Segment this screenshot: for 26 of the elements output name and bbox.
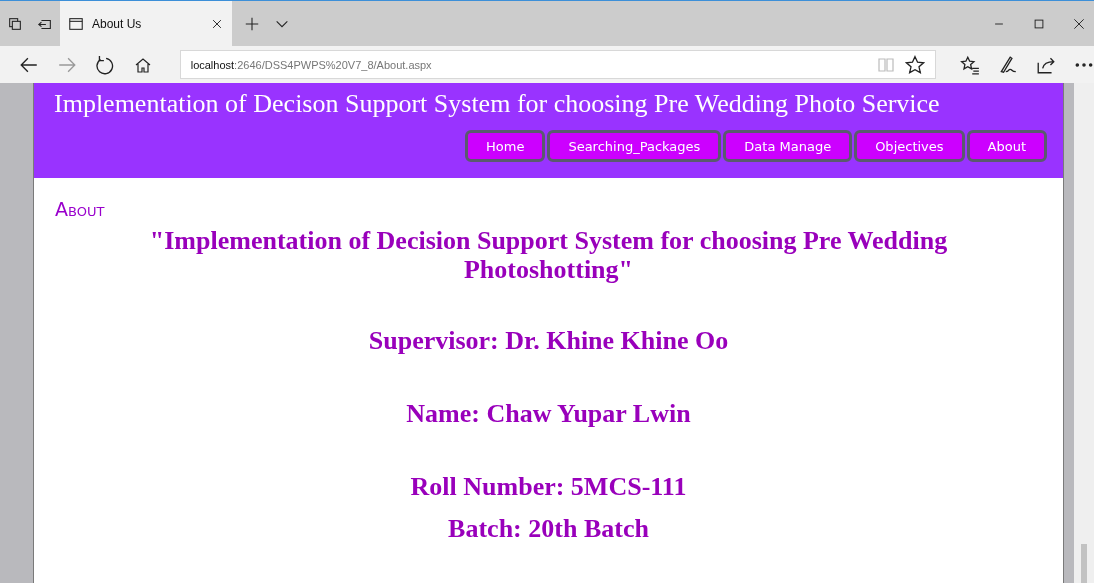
page-heading: About xyxy=(54,197,106,220)
nav-button[interactable]: Searching_Packages xyxy=(547,130,722,162)
project-title: "Implementation of Decision Support System for choosing Pre Wedding Photoshotting" xyxy=(148,226,949,284)
info-line: Roll Number: 5MCS-111 xyxy=(409,472,688,502)
tab-title: About Us xyxy=(92,16,143,31)
nav-button[interactable]: Home xyxy=(465,130,546,162)
address-bar[interactable]: localhost:2646/DSS4PWPS%20V7_8/About.aspx xyxy=(179,50,937,79)
browser-tab[interactable]: About Us xyxy=(60,1,232,46)
info-line: Batch: 20th Batch xyxy=(447,514,650,544)
pen-icon[interactable] xyxy=(998,54,1019,75)
nav-button[interactable]: About xyxy=(966,130,1047,162)
scrollbar[interactable] xyxy=(1074,83,1094,583)
nav-button[interactable]: Data Manage xyxy=(723,130,853,162)
refresh-icon[interactable] xyxy=(94,54,115,75)
star-icon[interactable] xyxy=(905,54,926,75)
page-icon[interactable] xyxy=(68,15,84,32)
info-line: Supervisor: Dr. Khine Khine Oo xyxy=(367,326,730,356)
new-tab-icon[interactable] xyxy=(244,15,260,32)
site-title: Implementation of Decison Support System for choosing Pre Wedding Photo Service xyxy=(53,88,941,119)
maximize-icon[interactable] xyxy=(1032,16,1046,31)
favorites-list-icon[interactable] xyxy=(960,54,981,75)
close-icon[interactable] xyxy=(1072,16,1086,31)
info-line: Name: Chaw Yupar Lwin xyxy=(405,399,692,429)
tabs-icon[interactable] xyxy=(7,15,23,32)
nav-button[interactable]: Objectives xyxy=(854,130,965,162)
scroll-thumb[interactable] xyxy=(1081,544,1087,583)
